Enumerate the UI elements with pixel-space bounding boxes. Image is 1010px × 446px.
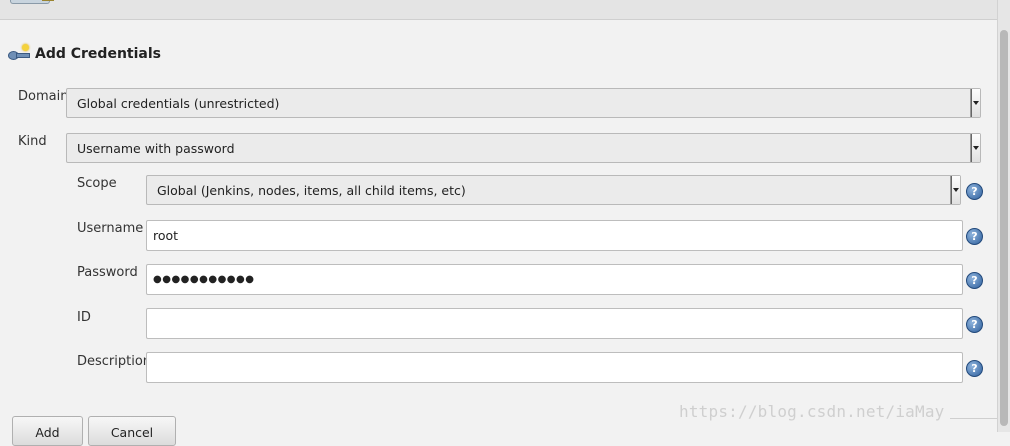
chevron-down-icon	[950, 176, 960, 204]
add-button[interactable]: Add	[12, 416, 83, 446]
scope-select[interactable]: Global (Jenkins, nodes, items, all child…	[146, 175, 961, 205]
domain-select-value: Global credentials (unrestricted)	[77, 96, 280, 111]
scope-help-icon[interactable]: ?	[966, 183, 983, 200]
kind-select-value: Username with password	[77, 141, 235, 156]
id-label: ID	[77, 310, 91, 325]
kind-label: Kind	[18, 134, 47, 149]
jenkins-logo-icon	[10, 0, 54, 4]
domain-select[interactable]: Global credentials (unrestricted)	[66, 88, 981, 118]
scope-select-value: Global (Jenkins, nodes, items, all child…	[157, 183, 466, 198]
dialog-title: Add Credentials	[8, 44, 161, 62]
chevron-down-icon	[970, 89, 980, 117]
kind-select[interactable]: Username with password	[66, 133, 981, 163]
watermark-text: https://blog.csdn.net/iaMay	[679, 402, 945, 421]
password-help-icon[interactable]: ?	[966, 272, 983, 289]
watermark-underline	[950, 418, 998, 419]
username-label: Username	[77, 221, 144, 236]
vertical-scrollbar[interactable]	[997, 0, 1010, 432]
password-value: ●●●●●●●●●●●	[153, 274, 255, 285]
password-field[interactable]: ●●●●●●●●●●●	[146, 264, 963, 295]
scrollbar-thumb[interactable]	[1000, 30, 1008, 426]
description-field[interactable]	[146, 352, 963, 383]
top-header-bar	[0, 0, 998, 20]
description-label: Description	[77, 354, 152, 369]
dialog-title-text: Add Credentials	[35, 46, 161, 62]
id-help-icon[interactable]: ?	[966, 316, 983, 333]
username-value: root	[153, 228, 179, 243]
description-help-icon[interactable]: ?	[966, 360, 983, 377]
id-field[interactable]	[146, 308, 963, 339]
username-help-icon[interactable]: ?	[966, 228, 983, 245]
password-label: Password	[77, 265, 138, 280]
cancel-button[interactable]: Cancel	[88, 416, 176, 446]
credentials-key-icon	[8, 44, 30, 62]
scope-label: Scope	[77, 176, 117, 191]
username-field[interactable]: root	[146, 220, 963, 251]
chevron-down-icon	[970, 134, 980, 162]
domain-label: Domain	[18, 89, 69, 104]
